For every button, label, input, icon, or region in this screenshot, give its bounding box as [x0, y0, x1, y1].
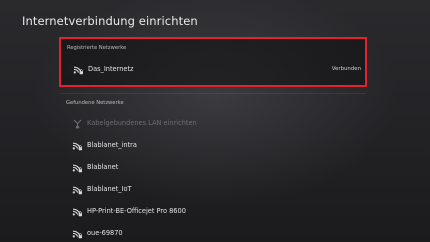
found-networks-header: Gefundene Netzwerke: [66, 100, 124, 106]
network-row-blablanet[interactable]: Blablanet: [72, 158, 362, 176]
registered-networks-section: Registrierte Netzwerke Das_Internetz Ver…: [59, 37, 367, 87]
wifi-locked-icon: [72, 206, 83, 217]
network-setup-screen: Internetverbindung einrichten Registrier…: [0, 0, 430, 242]
network-name: Kabelgebundenes LAN einrichten: [87, 119, 197, 127]
wifi-locked-icon: [72, 184, 83, 195]
connection-status: Verbunden: [331, 66, 361, 72]
lan-cable-icon: [72, 118, 83, 129]
wifi-locked-icon: [72, 140, 83, 151]
network-row-lan-setup[interactable]: Kabelgebundenes LAN einrichten: [72, 114, 362, 132]
network-name: Blablanet_intra: [87, 141, 137, 149]
network-name: oue-69870: [87, 229, 123, 237]
network-name: Blablanet: [87, 163, 119, 171]
network-row-oue-69870[interactable]: oue-69870: [72, 224, 362, 242]
network-name: Blablanet_IoT: [87, 185, 132, 193]
network-name: Das_Internetz: [88, 65, 134, 73]
divider: [60, 93, 366, 94]
network-row-blablanet-iot[interactable]: Blablanet_IoT: [72, 180, 362, 198]
wifi-locked-icon: [72, 228, 83, 239]
registered-networks-header: Registrierte Netzwerke: [67, 45, 127, 51]
network-row-das-internetz[interactable]: Das_Internetz Verbunden: [73, 60, 361, 78]
network-name: HP-Print-BE-Officejet Pro 8600: [87, 207, 186, 215]
page-title: Internetverbindung einrichten: [22, 14, 198, 28]
network-row-hp-print[interactable]: HP-Print-BE-Officejet Pro 8600: [72, 202, 362, 220]
network-row-blablanet-intra[interactable]: Blablanet_intra: [72, 136, 362, 154]
wifi-locked-icon: [73, 64, 84, 75]
wifi-locked-icon: [72, 162, 83, 173]
